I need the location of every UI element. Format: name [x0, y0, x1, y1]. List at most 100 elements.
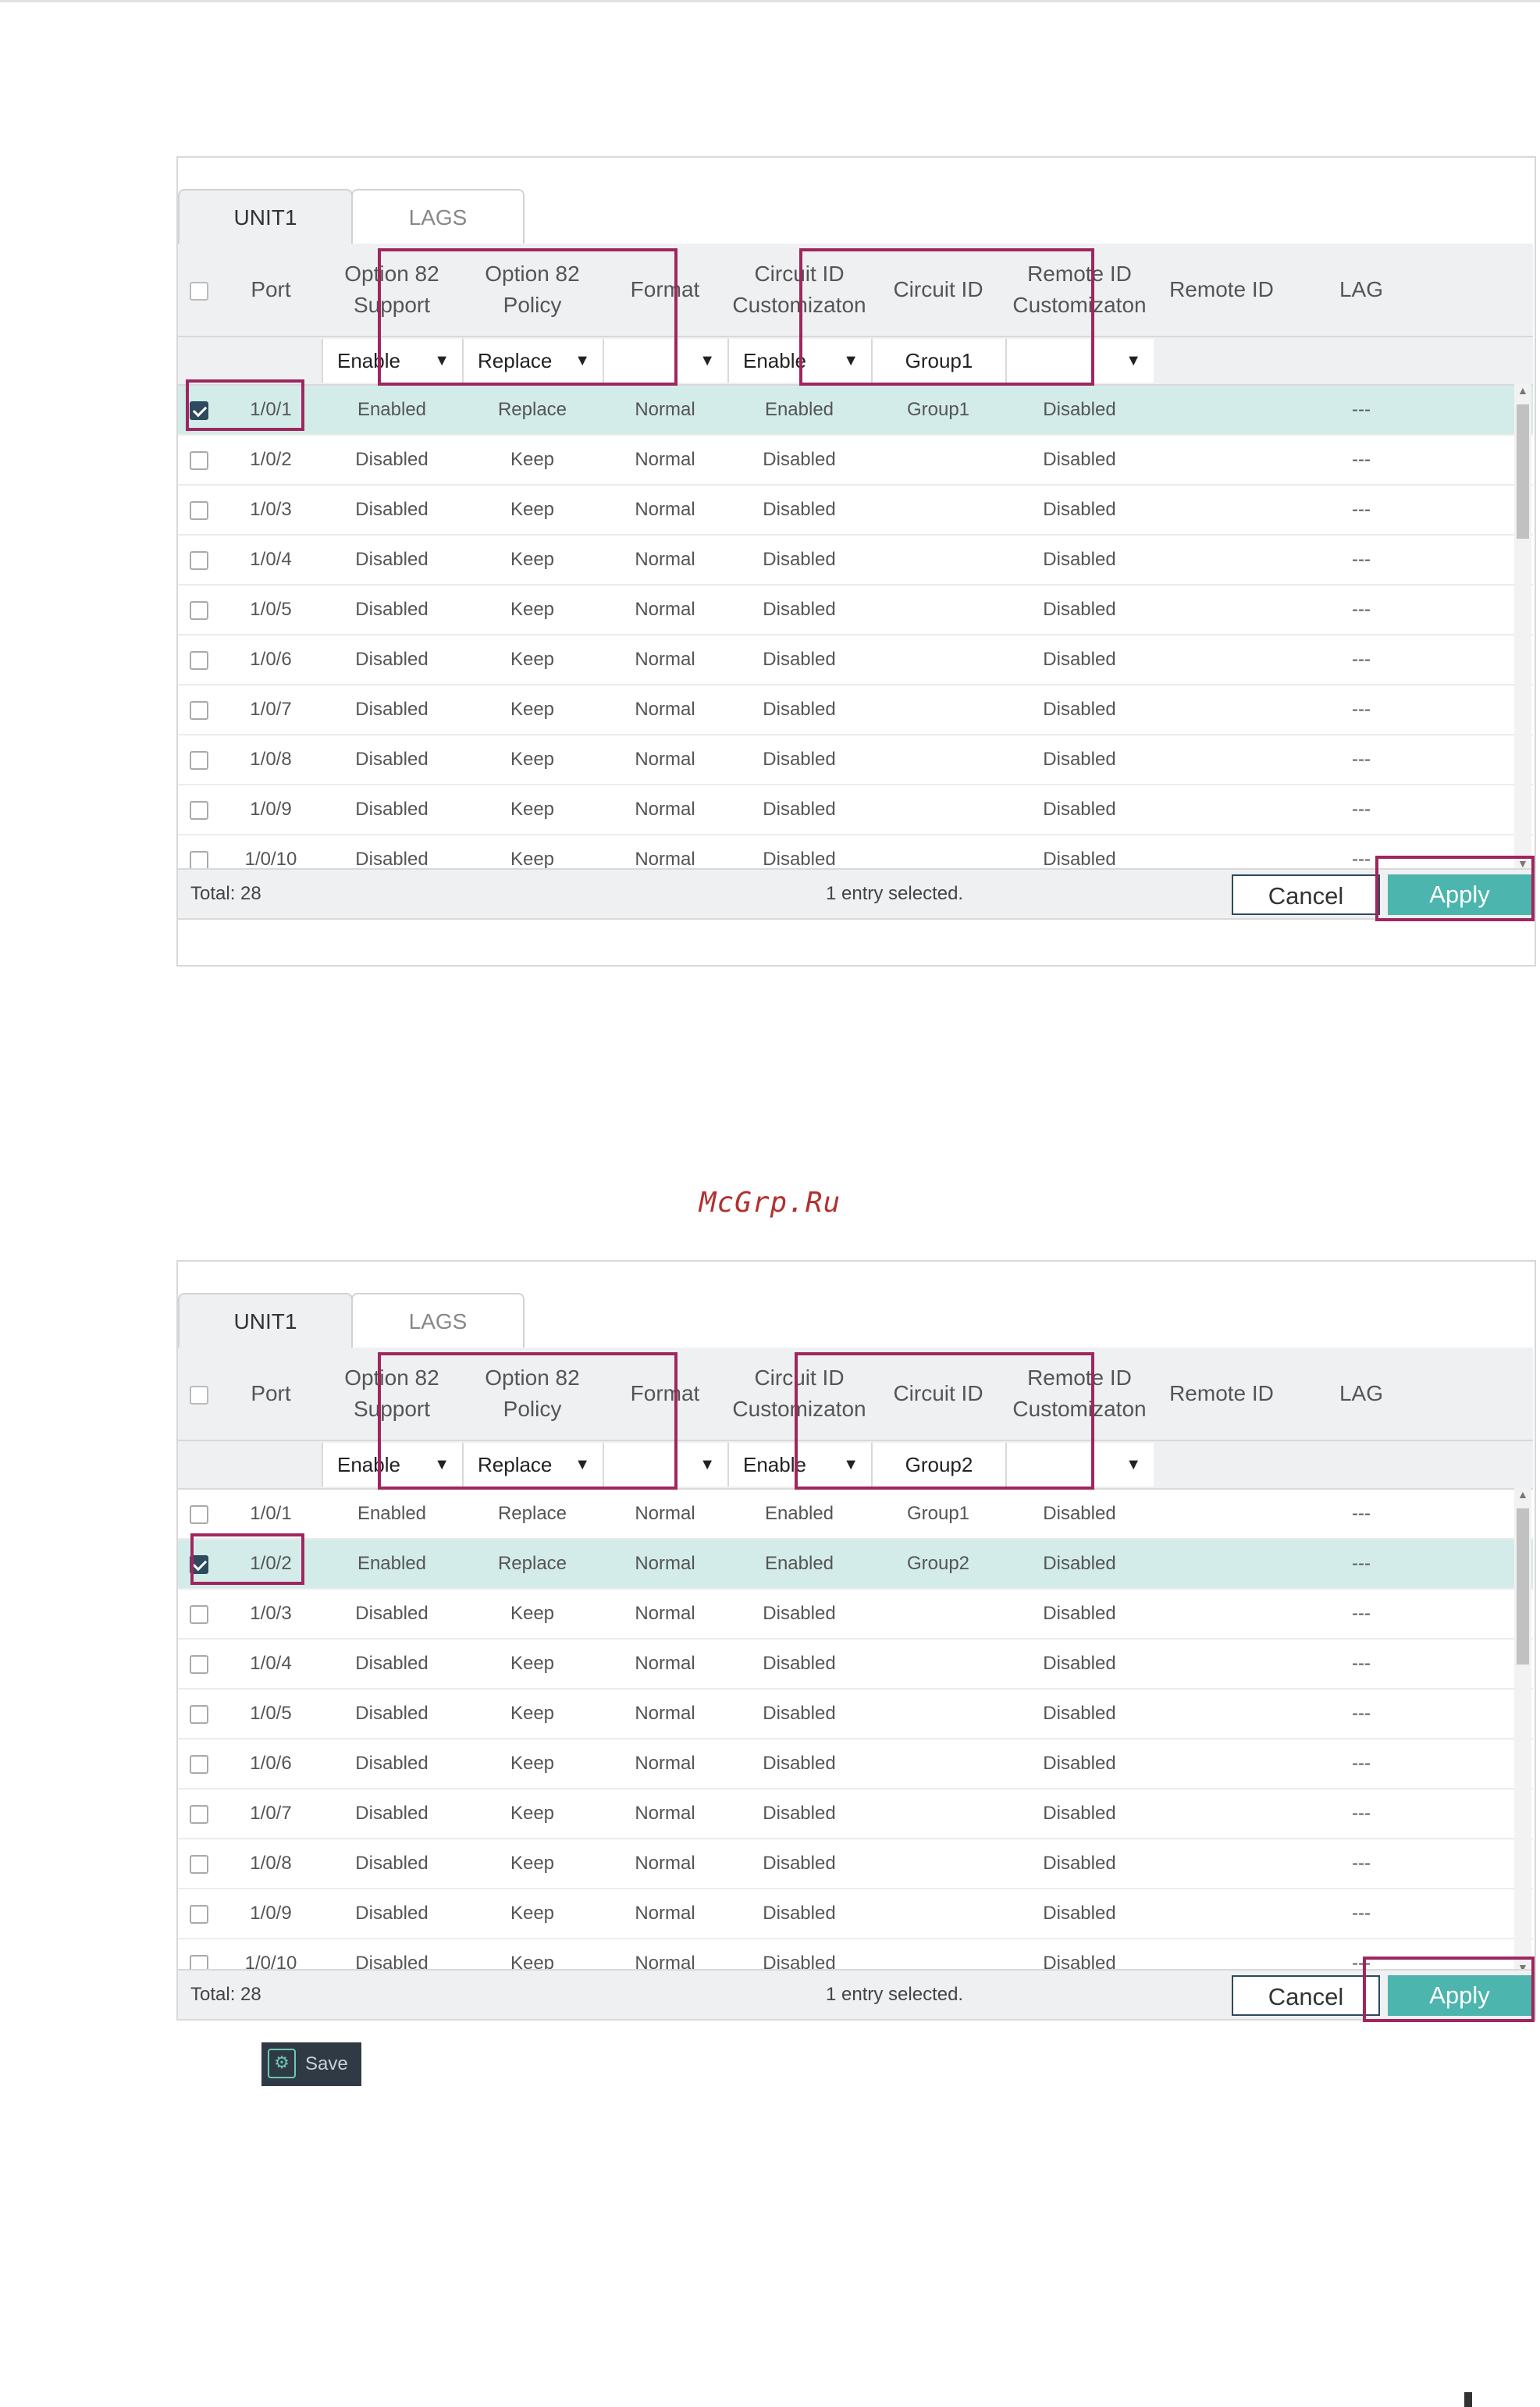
circuit-id-cell: Group1	[871, 1489, 1005, 1540]
table-row[interactable]: 1/0/6 Disabled Keep Normal Disabled Disabled -…	[178, 1739, 1533, 1789]
row-checkbox[interactable]	[190, 800, 208, 820]
apply-button[interactable]: Apply	[1388, 1975, 1531, 2016]
table-scrollbar[interactable]: ▲ ▼	[1514, 384, 1531, 870]
row-checkbox[interactable]	[190, 1654, 208, 1674]
remote-id-cell	[1154, 1689, 1289, 1739]
remote-id-cell	[1154, 785, 1289, 835]
port-cell: 1/0/6	[220, 635, 322, 685]
save-button[interactable]: ⚙ Save	[261, 2042, 361, 2086]
total-count: Total: 28	[190, 1984, 261, 2005]
remote-id-customization-select[interactable]: ▼	[1005, 1443, 1154, 1487]
dropdown-arrow-icon: ▼	[699, 1456, 715, 1473]
remote-id-customization-select-cell: ▼	[1005, 336, 1154, 386]
lag-cell: ---	[1289, 685, 1433, 735]
format-cell: Normal	[603, 685, 727, 735]
option82-policy-cell: Keep	[462, 685, 603, 735]
scroll-up-arrow-icon[interactable]: ▲	[1517, 1488, 1528, 1501]
table-row[interactable]: 1/0/2 Disabled Keep Normal Disabled Disabled -…	[178, 435, 1533, 486]
row-checkbox[interactable]	[190, 450, 208, 470]
tab-lags[interactable]: LAGS	[351, 1293, 525, 1349]
circuit-id-customization-select[interactable]: Enable ▼	[727, 339, 871, 383]
remote-id-customization-cell: Disabled	[1005, 1589, 1154, 1640]
table-row[interactable]: 1/0/2 Enabled Replace Normal Enabled Group2 Di…	[178, 1539, 1533, 1590]
row-checkbox[interactable]	[190, 850, 208, 870]
format-cell: Normal	[603, 385, 727, 436]
apply-button[interactable]: Apply	[1388, 874, 1531, 915]
scrollbar-thumb[interactable]	[1517, 1508, 1529, 1665]
cancel-button[interactable]: Cancel	[1232, 1975, 1380, 2016]
format-cell: Normal	[603, 785, 727, 835]
row-checkbox[interactable]	[190, 550, 208, 570]
table-row[interactable]: 1/0/9 Disabled Keep Normal Disabled Disabled -…	[178, 785, 1533, 835]
table-row[interactable]: 1/0/3 Disabled Keep Normal Disabled Disabled -…	[178, 485, 1533, 536]
remote-id-cell	[1154, 385, 1289, 436]
page-corner-mark	[1464, 2392, 1472, 2407]
table-row[interactable]: 1/0/4 Disabled Keep Normal Disabled Disabled -…	[178, 1639, 1533, 1690]
select-all-checkbox[interactable]	[190, 1385, 208, 1405]
table-row[interactable]: 1/0/3 Disabled Keep Normal Disabled Disabled -…	[178, 1589, 1533, 1640]
table-row[interactable]: 1/0/7 Disabled Keep Normal Disabled Disabled -…	[178, 685, 1533, 735]
circuit-id-customization-cell: Disabled	[727, 1789, 871, 1839]
table-row[interactable]: 1/0/5 Disabled Keep Normal Disabled Disabled -…	[178, 585, 1533, 636]
remote-id-customization-cell: Disabled	[1005, 1889, 1154, 1939]
option82-policy-select[interactable]: Replace ▼	[462, 1443, 603, 1487]
remote-id-cell	[1154, 1739, 1289, 1789]
circuit-id-customization-select[interactable]: Enable ▼	[727, 1443, 871, 1487]
table-row[interactable]: 1/0/7 Disabled Keep Normal Disabled Disabled -…	[178, 1789, 1533, 1839]
column-header-circuit-id-customization: Circuit ID Customizaton	[727, 244, 871, 337]
table-row[interactable]: 1/0/8 Disabled Keep Normal Disabled Disabled -…	[178, 735, 1533, 785]
row-checkbox[interactable]	[190, 1604, 208, 1624]
unit-tabs: UNIT1 LAGS	[178, 189, 1535, 245]
row-checkbox[interactable]	[190, 1904, 208, 1924]
lag-cell: ---	[1289, 1539, 1433, 1590]
table-row[interactable]: 1/0/8 Disabled Keep Normal Disabled Disabled -…	[178, 1839, 1533, 1889]
option82-support-select[interactable]: Enable ▼	[322, 339, 462, 383]
row-checkbox[interactable]	[190, 500, 208, 520]
remote-id-customization-select[interactable]: ▼	[1005, 339, 1154, 383]
lag-cell: ---	[1289, 1689, 1433, 1739]
circuit-id-customization-cell: Disabled	[727, 535, 871, 586]
remote-id-customization-cell: Disabled	[1005, 1539, 1154, 1590]
format-select[interactable]: ▼	[603, 339, 727, 383]
format-cell: Normal	[603, 1789, 727, 1839]
row-checkbox[interactable]	[190, 1854, 208, 1874]
scroll-up-arrow-icon[interactable]: ▲	[1517, 384, 1528, 397]
row-checkbox[interactable]	[190, 700, 208, 720]
table-row[interactable]: 1/0/4 Disabled Keep Normal Disabled Disabled -…	[178, 535, 1533, 586]
row-checkbox[interactable]	[190, 600, 208, 620]
circuit-id-input[interactable]: Group1	[871, 339, 1005, 383]
table-row[interactable]: 1/0/1 Enabled Replace Normal Enabled Group1 Di…	[178, 1489, 1533, 1540]
format-select[interactable]: ▼	[603, 1443, 727, 1487]
circuit-id-customization-cell: Disabled	[727, 785, 871, 835]
table-row[interactable]: 1/0/5 Disabled Keep Normal Disabled Disabled -…	[178, 1689, 1533, 1739]
circuit-id-cell	[871, 535, 1005, 586]
select-all-checkbox[interactable]	[190, 281, 208, 301]
tab-unit1[interactable]: UNIT1	[178, 1293, 353, 1349]
row-checkbox[interactable]	[190, 1804, 208, 1824]
row-checkbox[interactable]	[190, 1504, 208, 1524]
table-row[interactable]: 1/0/1 Enabled Replace Normal Enabled Group1 Di…	[178, 385, 1533, 436]
row-checkbox[interactable]	[190, 650, 208, 670]
circuit-id-cell	[871, 1689, 1005, 1739]
row-checkbox[interactable]	[190, 1754, 208, 1774]
column-header-remote-id: Remote ID	[1154, 1348, 1289, 1441]
port-cell: 1/0/6	[220, 1739, 322, 1789]
table-row[interactable]: 1/0/9 Disabled Keep Normal Disabled Disabled -…	[178, 1889, 1533, 1939]
option82-support-cell: Enabled	[322, 1539, 462, 1590]
circuit-id-input[interactable]: Group2	[871, 1443, 1005, 1487]
option82-support-select[interactable]: Enable ▼	[322, 1443, 462, 1487]
remote-id-cell	[1154, 1489, 1289, 1540]
scrollbar-thumb[interactable]	[1517, 404, 1529, 539]
table-row[interactable]: 1/0/6 Disabled Keep Normal Disabled Disabled -…	[178, 635, 1533, 685]
tab-lags[interactable]: LAGS	[351, 189, 525, 245]
option82-policy-select-cell: Replace ▼	[462, 1440, 603, 1490]
tab-unit1[interactable]: UNIT1	[178, 189, 353, 245]
row-checkbox[interactable]	[190, 1554, 208, 1574]
dropdown-arrow-icon: ▼	[699, 352, 715, 369]
table-scrollbar[interactable]: ▲ ▼	[1514, 1488, 1531, 1974]
row-checkbox[interactable]	[190, 1704, 208, 1724]
cancel-button[interactable]: Cancel	[1232, 874, 1380, 915]
row-checkbox[interactable]	[190, 401, 208, 420]
row-checkbox[interactable]	[190, 750, 208, 770]
option82-policy-select[interactable]: Replace ▼	[462, 339, 603, 383]
